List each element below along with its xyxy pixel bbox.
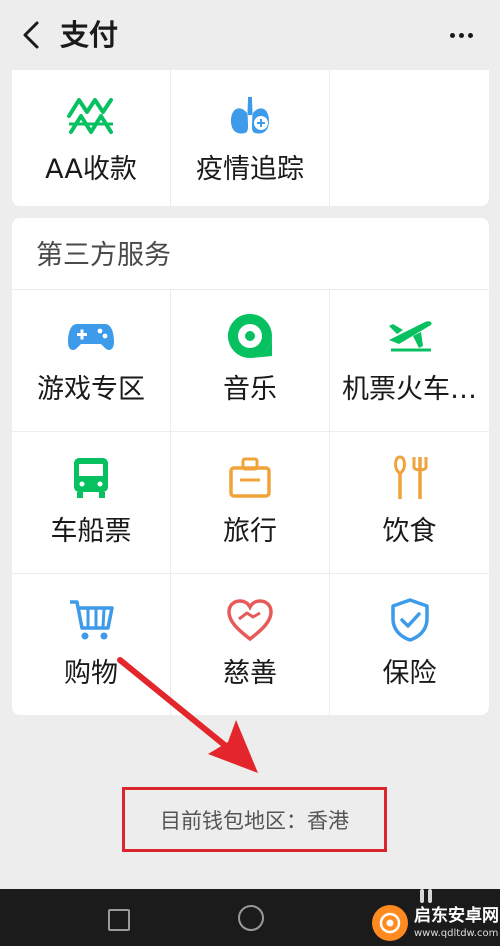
service-label: 旅行 bbox=[223, 516, 277, 547]
charity-heart-icon bbox=[224, 594, 276, 646]
bus-ship-tickets-item[interactable]: 车船票 bbox=[12, 431, 171, 573]
third-party-services-card: 第三方服务 游戏专区 音乐 机票火车… 车船票 旅行 饮食 购物 慈善 保险 bbox=[12, 218, 489, 715]
service-label: 疫情追踪 bbox=[196, 154, 304, 185]
home-icon[interactable] bbox=[238, 905, 264, 931]
airplane-icon bbox=[384, 310, 436, 362]
charity-item[interactable]: 慈善 bbox=[171, 573, 330, 715]
aa-collect-icon bbox=[65, 90, 117, 142]
lungs-icon bbox=[224, 90, 276, 142]
empty-cell bbox=[330, 70, 489, 206]
more-options-button[interactable] bbox=[444, 18, 478, 52]
music-icon bbox=[224, 310, 276, 362]
more-dot-icon bbox=[467, 32, 473, 38]
more-dot-icon bbox=[458, 32, 464, 38]
epidemic-tracking-item[interactable]: 疫情追踪 bbox=[171, 70, 330, 206]
shield-check-icon bbox=[384, 594, 436, 646]
flights-trains-item[interactable]: 机票火车… bbox=[330, 289, 489, 431]
service-label: 游戏专区 bbox=[37, 374, 145, 405]
section-title: 第三方服务 bbox=[36, 240, 171, 271]
travel-item[interactable]: 旅行 bbox=[171, 431, 330, 573]
aa-collect-item[interactable]: AA收款 bbox=[12, 70, 171, 206]
watermark-logo-icon bbox=[372, 905, 408, 941]
service-label: 慈善 bbox=[223, 658, 277, 689]
shopping-cart-icon bbox=[65, 594, 117, 646]
watermark-name: 启东安卓网 bbox=[414, 905, 499, 926]
page-title: 支付 bbox=[60, 18, 119, 52]
utensils-icon bbox=[384, 452, 436, 504]
service-label: 车船票 bbox=[50, 516, 132, 547]
luggage-icon bbox=[224, 452, 276, 504]
watermark-url: www.qdltdw.com bbox=[414, 927, 499, 939]
top-bar: 支付 bbox=[0, 0, 500, 70]
chevron-left-icon bbox=[23, 21, 39, 49]
more-dot-icon bbox=[449, 32, 455, 38]
gamepad-icon bbox=[65, 310, 117, 362]
shopping-item[interactable]: 购物 bbox=[12, 573, 171, 715]
service-label: 机票火车… bbox=[342, 374, 477, 405]
insurance-item[interactable]: 保险 bbox=[330, 573, 489, 715]
service-label: AA收款 bbox=[45, 154, 137, 185]
recent-apps-icon[interactable] bbox=[108, 909, 130, 931]
wallet-region-text: 目前钱包地区：香港 bbox=[160, 808, 349, 833]
games-item[interactable]: 游戏专区 bbox=[12, 289, 171, 431]
service-label: 饮食 bbox=[382, 516, 437, 547]
service-label: 购物 bbox=[64, 658, 118, 689]
back-button[interactable] bbox=[14, 18, 48, 52]
wallet-region-highlight: 目前钱包地区：香港 bbox=[122, 787, 387, 852]
bus-icon bbox=[65, 452, 117, 504]
service-label: 保险 bbox=[382, 658, 437, 689]
payment-services-card: AA收款 疫情追踪 bbox=[12, 70, 489, 206]
food-item[interactable]: 饮食 bbox=[330, 431, 489, 573]
watermark: 启东安卓网 www.qdltdw.com bbox=[372, 900, 500, 946]
service-label: 音乐 bbox=[223, 374, 277, 405]
music-item[interactable]: 音乐 bbox=[171, 289, 330, 431]
